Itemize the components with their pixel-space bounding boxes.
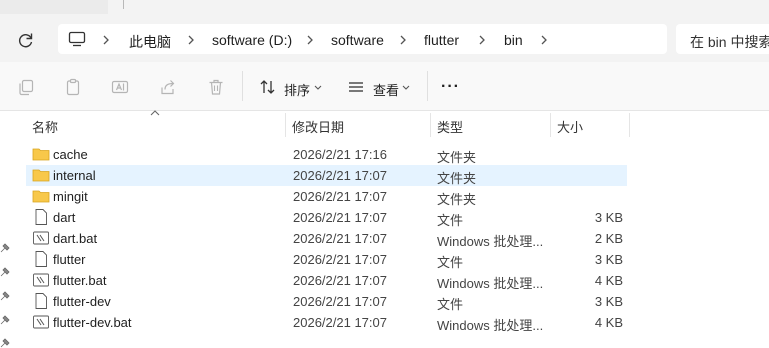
chevron-right-icon[interactable] <box>101 33 111 47</box>
chevron-down-icon[interactable] <box>314 85 322 90</box>
file-date: 2026/2/21 17:16 <box>293 147 387 162</box>
file-type: 文件夹 <box>437 171 477 186</box>
sort-caret-icon <box>150 110 160 116</box>
file-type: 文件 <box>437 297 464 312</box>
file-name: flutter <box>53 252 86 267</box>
search-input[interactable]: 在 bin 中搜索 <box>690 32 769 52</box>
breadcrumb-flutter[interactable]: flutter <box>424 32 459 48</box>
file-size: 4 KB <box>594 273 623 288</box>
breadcrumb-this-pc[interactable]: 此电脑 <box>129 32 171 52</box>
pin-icon[interactable] <box>0 267 10 277</box>
toolbar-separator <box>427 71 428 101</box>
pin-icon[interactable] <box>0 243 10 253</box>
file-name: flutter-dev <box>53 294 111 309</box>
batch-file-icon <box>33 273 49 287</box>
file-row[interactable]: flutter-dev.bat 2026/2/21 17:07 Windows … <box>26 312 627 333</box>
file-date: 2026/2/21 17:07 <box>293 168 387 183</box>
more-options-button[interactable]: ··· <box>441 78 460 96</box>
tab-current[interactable] <box>0 0 108 14</box>
refresh-icon[interactable] <box>16 30 36 50</box>
file-row[interactable]: flutter.bat 2026/2/21 17:07 Windows 批处理.… <box>26 270 627 291</box>
file-name: cache <box>53 147 88 162</box>
file-type: 文件夹 <box>437 192 477 207</box>
file-name: mingit <box>53 189 88 204</box>
chevron-right-icon[interactable] <box>186 33 196 47</box>
view-button[interactable]: 查看 <box>373 80 399 99</box>
file-size: 2 KB <box>594 231 623 246</box>
file-row[interactable]: mingit 2026/2/21 17:07 文件夹 <box>26 186 627 207</box>
file-row[interactable]: flutter-dev 2026/2/21 17:07 文件 3 KB <box>26 291 627 312</box>
file-date: 2026/2/21 17:07 <box>293 315 387 330</box>
file-row[interactable]: internal 2026/2/21 17:07 文件夹 <box>26 165 627 186</box>
tab-separator <box>123 0 124 9</box>
file-type: Windows 批处理... <box>437 234 544 249</box>
chevron-right-icon[interactable] <box>398 33 408 47</box>
file-size: 4 KB <box>594 315 623 330</box>
file-type: Windows 批处理... <box>437 318 544 333</box>
pin-icon[interactable] <box>0 291 10 301</box>
column-header-date[interactable]: 修改日期 <box>292 117 344 136</box>
computer-icon <box>68 31 86 47</box>
file-date: 2026/2/21 17:07 <box>293 294 387 309</box>
column-header-type[interactable]: 类型 <box>437 117 463 136</box>
view-icon[interactable] <box>347 78 365 96</box>
file-type: Windows 批处理... <box>437 276 544 291</box>
file-name: internal <box>53 168 96 183</box>
chevron-right-icon[interactable] <box>477 33 487 47</box>
file-name: flutter-dev.bat <box>53 315 132 330</box>
chevron-right-icon[interactable] <box>305 33 315 47</box>
file-date: 2026/2/21 17:07 <box>293 231 387 246</box>
file-icon <box>35 209 47 225</box>
file-date: 2026/2/21 17:07 <box>293 252 387 267</box>
paste-icon[interactable] <box>64 78 82 96</box>
file-name: dart.bat <box>53 231 98 246</box>
column-header-size[interactable]: 大小 <box>557 117 583 136</box>
file-date: 2026/2/21 17:07 <box>293 273 387 288</box>
column-divider[interactable] <box>285 113 286 137</box>
title-bar <box>0 0 769 14</box>
file-row[interactable]: cache 2026/2/21 17:16 文件夹 <box>26 144 627 165</box>
file-icon <box>35 251 47 267</box>
file-name: flutter.bat <box>53 273 107 288</box>
breadcrumb-bin[interactable]: bin <box>504 32 523 48</box>
file-size: 3 KB <box>594 294 623 309</box>
file-name: dart <box>53 210 76 225</box>
file-type: 文件夹 <box>437 150 477 165</box>
file-date: 2026/2/21 17:07 <box>293 210 387 225</box>
column-divider[interactable] <box>550 113 551 137</box>
pin-icon[interactable] <box>0 315 10 325</box>
breadcrumb-drive-d[interactable]: software (D:) <box>212 32 292 48</box>
chevron-down-icon[interactable] <box>402 85 410 90</box>
column-divider[interactable] <box>430 113 431 137</box>
folder-icon <box>32 169 50 182</box>
file-size: 3 KB <box>594 252 623 267</box>
pin-icon[interactable] <box>0 338 10 348</box>
sort-icon[interactable] <box>259 78 277 96</box>
delete-icon[interactable] <box>207 78 225 96</box>
folder-icon <box>32 190 50 203</box>
column-divider[interactable] <box>629 113 630 137</box>
chevron-right-icon[interactable] <box>539 33 549 47</box>
share-icon[interactable] <box>159 78 177 96</box>
file-date: 2026/2/21 17:07 <box>293 189 387 204</box>
breadcrumb-software[interactable]: software <box>331 32 384 48</box>
rename-icon[interactable] <box>111 78 129 96</box>
folder-icon <box>32 148 50 161</box>
file-row[interactable]: flutter 2026/2/21 17:07 文件 3 KB <box>26 249 627 270</box>
file-size: 3 KB <box>594 210 623 225</box>
file-type: 文件 <box>437 255 464 270</box>
copy-icon[interactable] <box>17 78 35 96</box>
sort-button[interactable]: 排序 <box>284 80 310 99</box>
file-row[interactable]: dart 2026/2/21 17:07 文件 3 KB <box>26 207 627 228</box>
batch-file-icon <box>33 231 49 245</box>
file-type: 文件 <box>437 213 464 228</box>
batch-file-icon <box>33 315 49 329</box>
file-icon <box>35 293 47 309</box>
toolbar-separator <box>242 71 243 101</box>
file-row[interactable]: dart.bat 2026/2/21 17:07 Windows 批处理... … <box>26 228 627 249</box>
column-header-name[interactable]: 名称 <box>32 117 58 136</box>
